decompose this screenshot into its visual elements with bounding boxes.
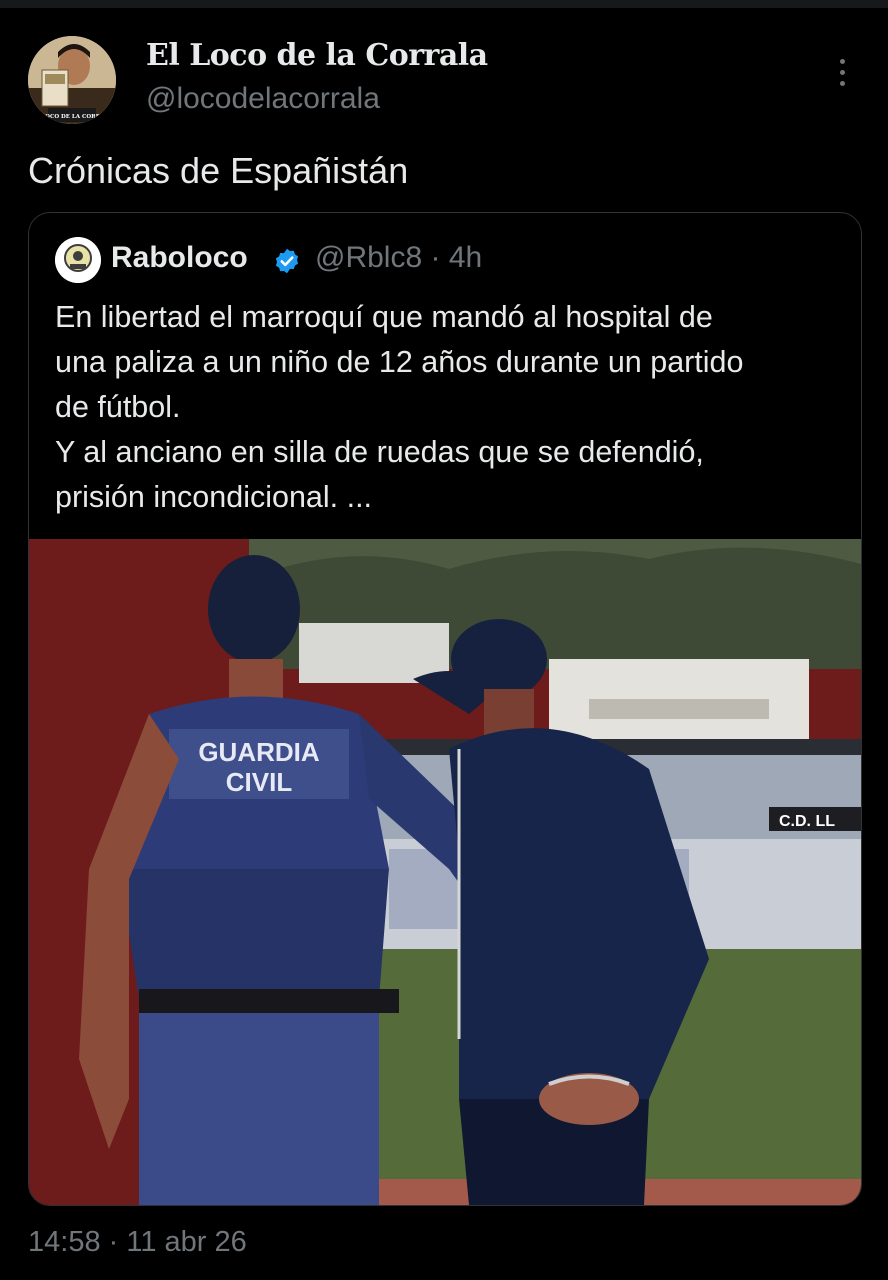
- author-avatar[interactable]: EL LOCO DE LA CORRALA: [28, 36, 116, 124]
- top-divider: [0, 0, 888, 8]
- author-handle[interactable]: @locodelacorrala: [146, 82, 380, 116]
- vest-text-line2: CIVIL: [226, 767, 293, 797]
- quoted-line: de fútbol.: [55, 390, 181, 424]
- quoted-line: Y al anciano en silla de ruedas que se d…: [55, 435, 704, 469]
- dot: [839, 80, 845, 86]
- dot: [839, 58, 845, 64]
- tweet-page: EL LOCO DE LA CORRALA El Loco de la Corr…: [0, 0, 888, 1280]
- avatar-caption: EL LOCO DE LA CORRALA: [31, 114, 113, 120]
- quoted-line: prisión incondicional. ...: [55, 480, 373, 514]
- author-display-name[interactable]: El Loco de la Corrala: [146, 38, 488, 73]
- vest-text-line1: GUARDIA: [198, 737, 320, 767]
- tweet-text: Crónicas de Españistán: [28, 150, 409, 191]
- quoted-tweet-text: En libertad el marroquí que mandó al hos…: [55, 295, 845, 520]
- tweet-timestamp[interactable]: 14:58 · 11 abr 26: [28, 1226, 247, 1259]
- stadium-banner: C.D. LL: [779, 813, 835, 830]
- quoted-tweet-card[interactable]: Raboloco @Rblc8 · 4h En libertad el marr…: [28, 212, 862, 1206]
- quoted-author-avatar[interactable]: [55, 237, 101, 283]
- quoted-tweet-image[interactable]: C.D. LL GUARDIA CIVIL: [29, 539, 861, 1205]
- more-dots-icon[interactable]: [826, 52, 858, 92]
- verified-badge-icon: [275, 248, 299, 274]
- dot: [839, 69, 845, 75]
- quoted-author-name[interactable]: Raboloco: [111, 241, 248, 275]
- quoted-line: una paliza a un niño de 12 años durante …: [55, 345, 744, 379]
- quoted-line: En libertad el marroquí que mandó al hos…: [55, 300, 713, 334]
- quoted-handle-time[interactable]: @Rblc8 · 4h: [315, 241, 482, 275]
